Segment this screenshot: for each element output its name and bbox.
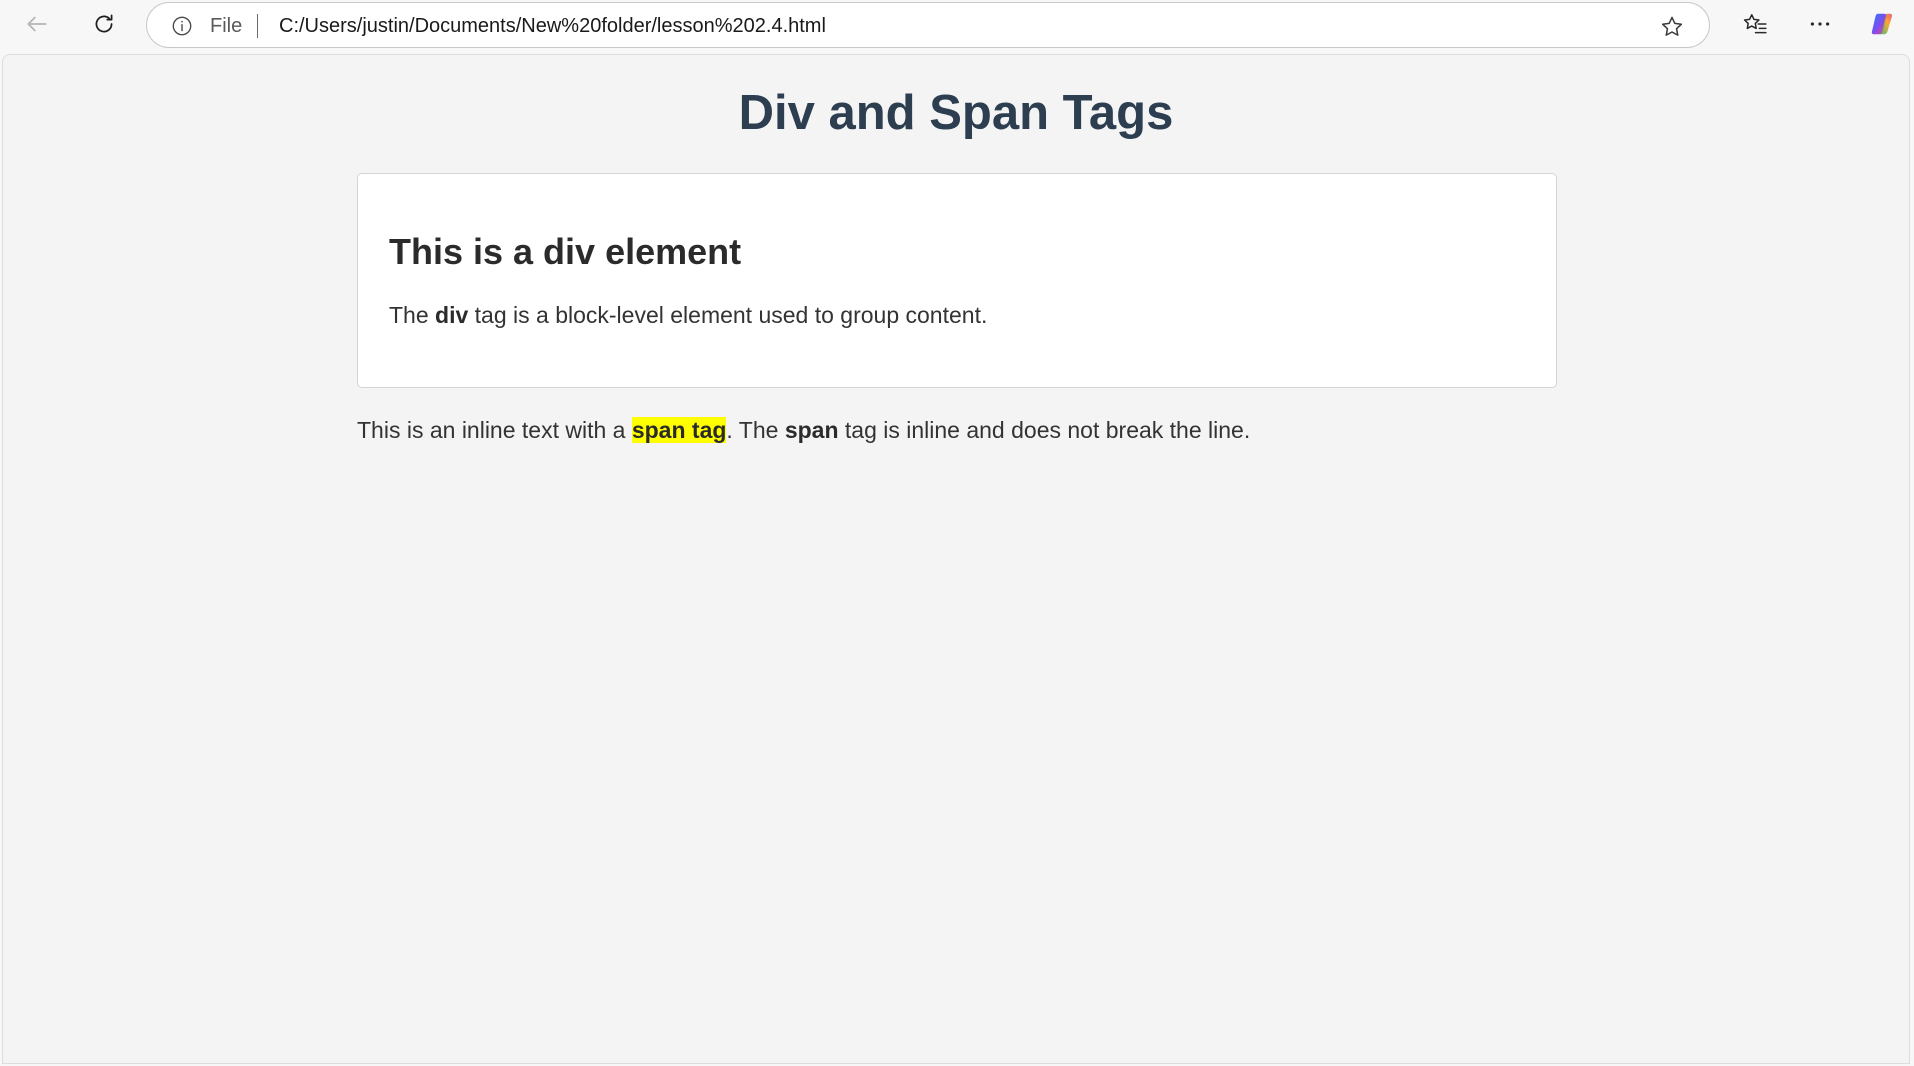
address-scheme-label: File — [210, 15, 243, 37]
span-keyword: span — [784, 417, 839, 443]
inline-text-middle: . The — [726, 417, 785, 443]
browser-toolbar: File C:/Users/justin/Documents/New%20fol… — [0, 0, 1914, 54]
more-button[interactable] — [1801, 7, 1839, 45]
div-text-before: The — [389, 302, 436, 328]
div-element-box: This is a div element The div tag is a b… — [357, 173, 1557, 388]
div-heading: This is a div element — [389, 231, 742, 272]
page-title: Div and Span Tags — [738, 86, 1174, 140]
copilot-icon — [1869, 11, 1895, 42]
div-description: The div tag is a block-level element use… — [389, 300, 987, 330]
star-icon[interactable] — [1659, 14, 1685, 40]
address-url[interactable]: C:/Users/justin/Documents/New%20folder/l… — [279, 15, 826, 37]
copilot-button[interactable] — [1863, 7, 1901, 45]
refresh-icon — [91, 11, 117, 42]
div-keyword: div — [435, 302, 469, 328]
span-highlight: span tag — [631, 417, 727, 443]
inline-text-after: tag is inline and does not break the lin… — [838, 417, 1251, 443]
back-button[interactable] — [18, 7, 56, 45]
inline-paragraph: This is an inline text with a span tag. … — [357, 415, 1250, 445]
back-arrow-icon — [24, 11, 50, 42]
more-icon — [1807, 11, 1833, 42]
address-separator — [257, 14, 258, 38]
address-bar[interactable]: File C:/Users/justin/Documents/New%20fol… — [146, 2, 1710, 48]
refresh-button[interactable] — [85, 7, 123, 45]
info-icon[interactable] — [171, 15, 193, 37]
inline-text-before: This is an inline text with a — [357, 417, 632, 443]
favorites-button[interactable] — [1736, 7, 1774, 45]
div-text-after: tag is a block-level element used to gro… — [468, 302, 988, 328]
favorites-icon — [1742, 11, 1768, 42]
page-content: Div and Span Tags This is a div element … — [2, 54, 1910, 1064]
